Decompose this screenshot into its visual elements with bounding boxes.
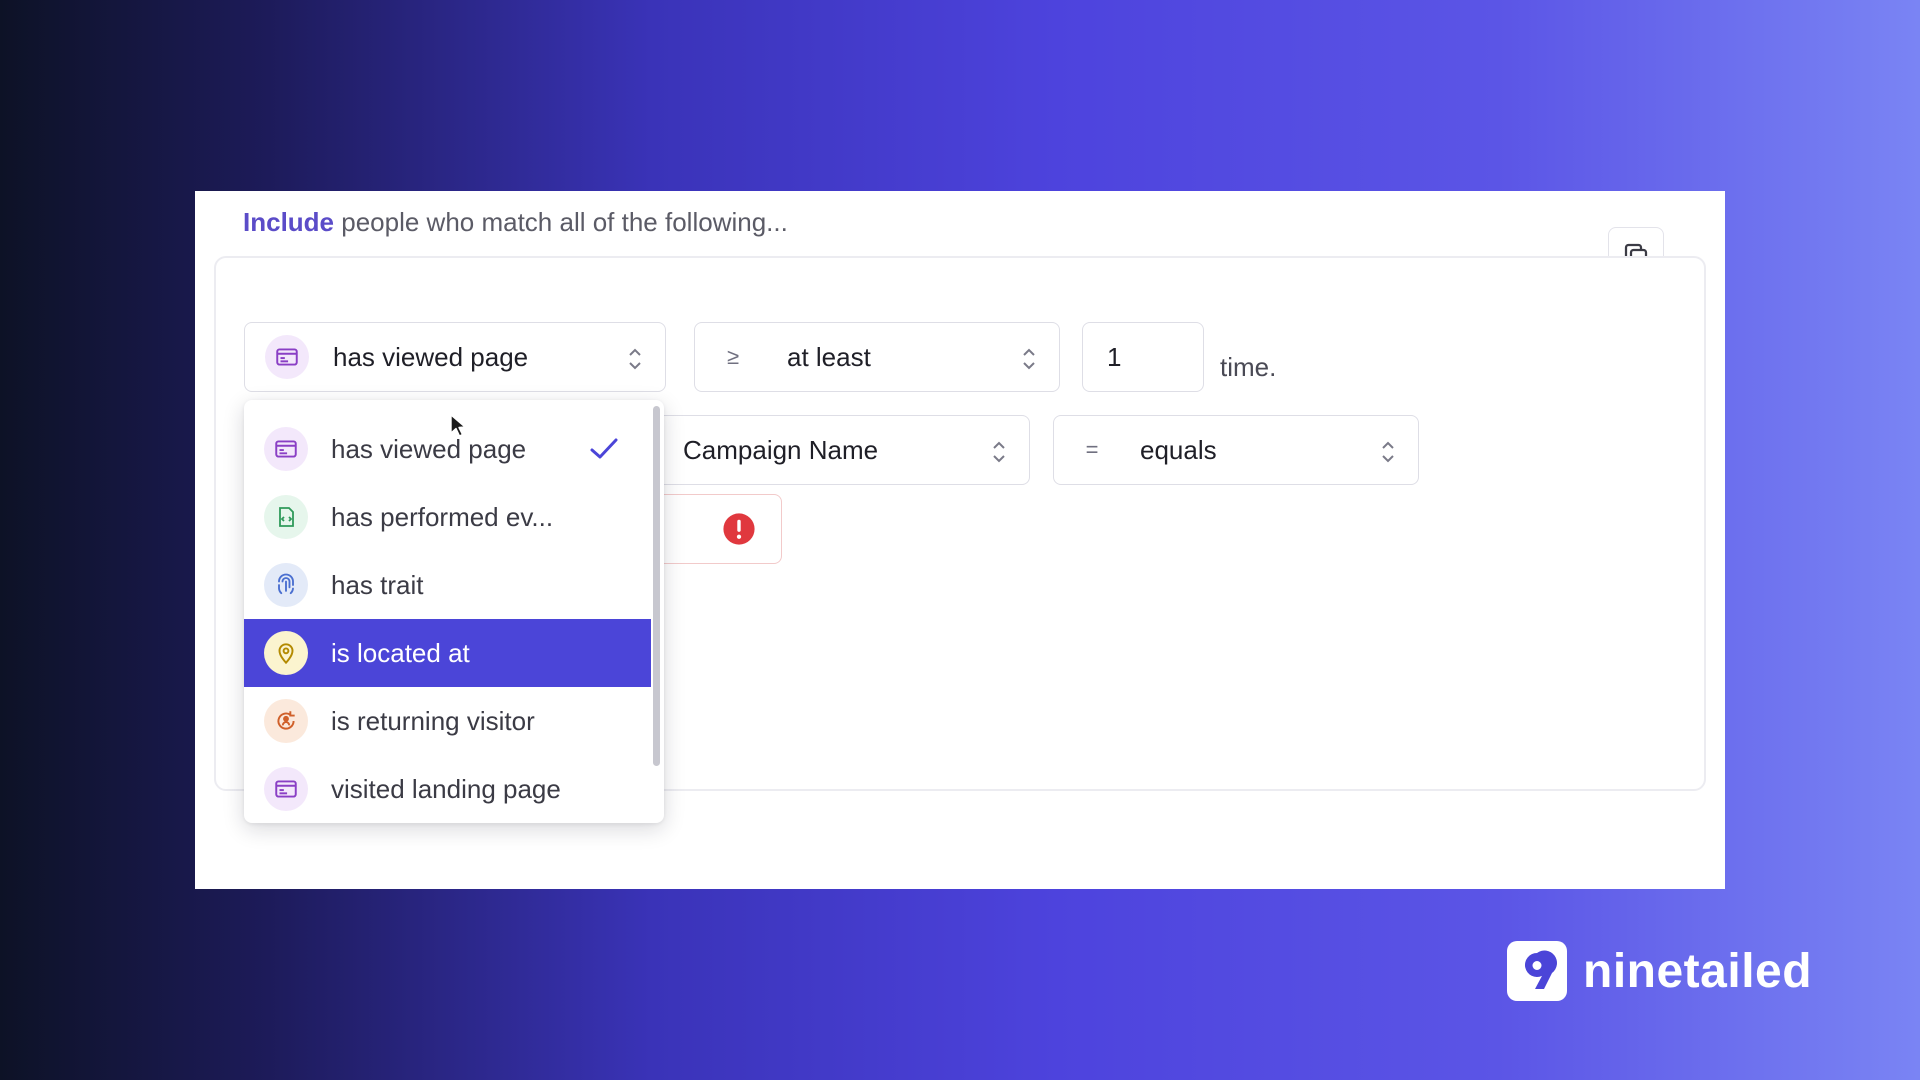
brand-logo: ninetailed — [1507, 941, 1812, 1001]
comparison-symbol: = — [1085, 437, 1099, 462]
dropdown-scrollbar[interactable] — [653, 406, 660, 766]
chevron-up-down-icon — [1023, 348, 1035, 370]
dropdown-item-label: has trait — [331, 569, 424, 600]
dropdown-item-label: is returning visitor — [331, 705, 535, 736]
dropdown-item-label: has performed ev... — [331, 501, 554, 532]
condition-select-label: has viewed page — [333, 341, 529, 372]
comparison-select-label: equals — [1140, 434, 1217, 465]
dropdown-item-label: visited landing page — [331, 773, 561, 804]
dropdown-item-label: has viewed page — [331, 433, 527, 464]
dropdown-item[interactable]: visited landing page — [244, 755, 651, 823]
chevron-up-down-icon — [629, 348, 641, 370]
operator-select[interactable]: ≥ at least — [694, 322, 1060, 392]
property-select[interactable]: Campaign Name — [655, 415, 1030, 485]
error-icon — [723, 513, 755, 545]
page-icon — [264, 767, 308, 811]
dropdown-item[interactable]: has performed ev... — [244, 483, 651, 551]
include-label: Include — [243, 207, 335, 237]
chevron-up-down-icon — [993, 441, 1005, 463]
returning-visitor-icon — [264, 699, 308, 743]
chevron-up-down-icon — [1382, 441, 1394, 463]
dropdown-item[interactable]: has trait — [244, 551, 651, 619]
dropdown-item[interactable]: is returning visitor — [244, 687, 651, 755]
operator-symbol: ≥ — [726, 344, 740, 369]
dropdown-item[interactable]: has viewed page — [244, 415, 651, 483]
mouse-cursor-icon — [450, 414, 466, 437]
count-input[interactable]: 1 — [1082, 322, 1204, 392]
comparison-select[interactable]: = equals — [1053, 415, 1419, 485]
checkmark-icon — [590, 438, 618, 459]
dropdown-item-highlighted[interactable]: is located at — [244, 619, 651, 687]
condition-select[interactable]: has viewed page — [244, 322, 666, 392]
brand-name: ninetailed — [1583, 944, 1813, 998]
property-select-label: Campaign Name — [683, 434, 879, 465]
time-suffix: time. — [1220, 352, 1277, 382]
condition-dropdown: has viewed page has performed ev... has … — [244, 400, 664, 823]
ninetailed-logo-icon — [1507, 941, 1567, 1001]
dropdown-item-label: is located at — [331, 637, 470, 668]
rule-heading: Include people who match all of the foll… — [243, 207, 788, 238]
page-icon — [264, 427, 308, 471]
value-field-error[interactable] — [655, 494, 782, 564]
event-icon — [264, 495, 308, 539]
fingerprint-icon — [264, 563, 308, 607]
operator-select-label: at least — [787, 341, 871, 372]
page-icon — [265, 335, 309, 379]
heading-text: people who match all of the following... — [334, 207, 788, 237]
audience-rule-card: Include people who match all of the foll… — [195, 191, 1725, 889]
location-pin-icon — [264, 631, 308, 675]
